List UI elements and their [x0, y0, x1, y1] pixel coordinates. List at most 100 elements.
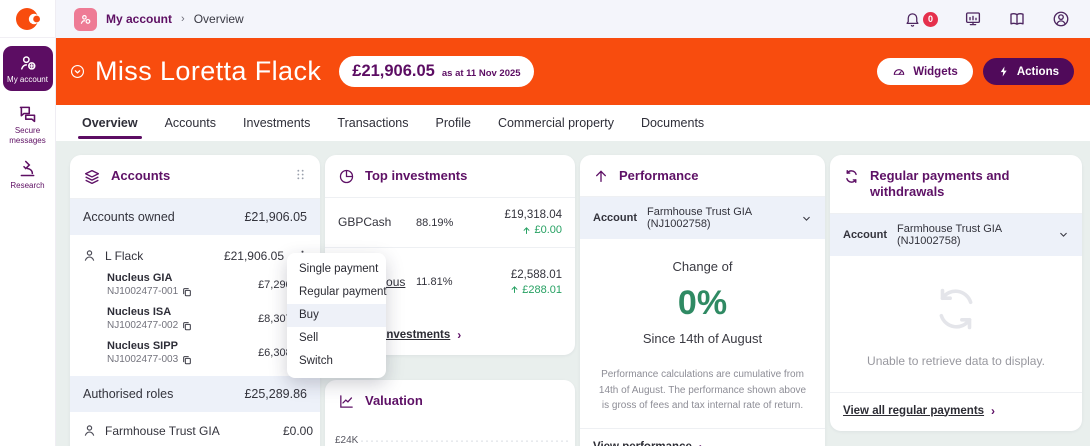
sidebar-item-secure-messages[interactable]: Secure messages — [3, 103, 53, 146]
sidebar-item-my-account[interactable]: My account — [3, 46, 53, 91]
product-name[interactable]: Nucleus SIPP — [107, 340, 258, 352]
my-account-app-icon[interactable] — [74, 8, 97, 31]
book-icon[interactable] — [1008, 10, 1026, 28]
sidebar: My account Secure messages Research — [0, 0, 56, 446]
actions-button[interactable]: Actions — [983, 58, 1074, 85]
product-name[interactable]: Nucleus GIA — [107, 272, 258, 284]
role-owner-value: £0.00 — [283, 424, 313, 438]
chevron-right-icon[interactable]: › — [991, 404, 995, 418]
tab-commercial-property[interactable]: Commercial property — [498, 105, 614, 141]
regular-payments-account-selector[interactable]: Account Farmhouse Trust GIA (NJ1002758) — [830, 214, 1082, 256]
chevron-right-icon[interactable]: › — [699, 440, 703, 446]
widgets-button[interactable]: Widgets — [877, 58, 973, 85]
performance-title: Performance — [619, 168, 698, 184]
role-owner-row: Farmhouse Trust GIA £0.00 — [70, 412, 320, 441]
header-actions: Widgets Actions — [877, 58, 1074, 85]
authorised-roles-row: Authorised roles £25,289.86 — [70, 376, 320, 412]
account-label: Account — [593, 212, 637, 224]
product-number: NJ1002477-001 — [107, 286, 178, 297]
drag-handle-icon[interactable] — [294, 168, 307, 181]
arrow-up-icon — [522, 226, 531, 235]
view-all-regular-payments-link: View all regular payments › — [830, 392, 1082, 431]
topbar: My account › Overview 0 — [56, 0, 1090, 38]
section-tabs: Overview Accounts Investments Transactio… — [56, 105, 1090, 141]
tab-overview[interactable]: Overview — [82, 105, 138, 141]
account-value: Farmhouse Trust GIA (NJ1002758) — [897, 223, 1046, 247]
cycle-icon — [843, 168, 860, 185]
accounts-owned-label: Accounts owned — [83, 210, 175, 224]
collapse-chevron-circle-icon[interactable] — [70, 64, 85, 79]
accounts-owned-value: £21,906.05 — [244, 210, 307, 224]
tab-documents[interactable]: Documents — [641, 105, 704, 141]
profile-icon[interactable] — [1052, 10, 1070, 28]
nucleus-logo[interactable] — [0, 0, 55, 38]
accounts-card-title: Accounts — [111, 168, 170, 184]
account-label: Account — [843, 229, 887, 241]
sidebar-item-label: Research — [10, 181, 44, 190]
research-icon — [17, 158, 38, 179]
sidebar-item-label: Secure messages — [9, 126, 45, 145]
investment-change: £0.00 — [534, 224, 562, 236]
valuation-date: as at 11 Nov 2025 — [442, 68, 521, 79]
performance-disclaimer: Performance calculations are cumulative … — [580, 352, 825, 428]
product-number: NJ1002477-003 — [107, 354, 178, 365]
breadcrumb: My account › Overview — [74, 8, 244, 31]
owner-value: £21,906.05 — [224, 249, 284, 263]
owner-row: L Flack £21,906.05 — [70, 235, 320, 268]
performance-change-value: 0% — [590, 284, 815, 323]
sidebar-item-label: My account — [7, 75, 48, 84]
regular-payments-card: Regular payments and withdrawals Account… — [830, 155, 1082, 431]
nucleus-logo-icon — [14, 5, 42, 33]
change-of-label: Change of — [590, 259, 815, 274]
product-row: Nucleus SIPP NJ1002477-003 £6,308.76 — [70, 336, 320, 376]
gauge-icon — [892, 65, 906, 79]
tab-accounts[interactable]: Accounts — [165, 105, 216, 141]
valuation-card: Valuation £24K£21K£18K — [325, 380, 575, 446]
lightning-icon — [998, 65, 1010, 78]
chevron-down-icon — [801, 213, 812, 224]
menu-item-single-payment[interactable]: Single payment — [287, 258, 386, 281]
menu-item-buy[interactable]: Buy — [287, 304, 386, 327]
investment-change: £288.01 — [522, 284, 562, 296]
breadcrumb-page: Overview — [194, 12, 244, 26]
menu-item-regular-payment[interactable]: Regular payment — [287, 281, 386, 304]
breadcrumb-section[interactable]: My account — [106, 12, 172, 26]
menu-item-switch[interactable]: Switch — [287, 350, 386, 373]
top-investments-title: Top investments — [365, 168, 467, 184]
investment-name: GBPCash — [338, 215, 410, 231]
dashboard: Accounts Accounts owned £21,906.05 — [56, 141, 1090, 446]
topbar-icons: 0 — [904, 10, 1070, 28]
product-name[interactable]: Nucleus ISA — [107, 306, 258, 318]
menu-item-sell[interactable]: Sell — [287, 327, 386, 350]
copy-icon[interactable] — [182, 321, 192, 331]
tab-profile[interactable]: Profile — [436, 105, 471, 141]
secure-messages-icon — [17, 103, 38, 124]
person-icon — [82, 423, 97, 438]
bell-icon — [904, 11, 921, 28]
valuation-title: Valuation — [365, 393, 423, 409]
owner-name[interactable]: L Flack — [105, 249, 216, 263]
tab-transactions[interactable]: Transactions — [337, 105, 408, 141]
performance-since: Since 14th of August — [590, 331, 815, 346]
tab-investments[interactable]: Investments — [243, 105, 310, 141]
investment-value: £2,588.01 — [488, 269, 562, 281]
role-owner-name[interactable]: Farmhouse Trust GIA — [105, 424, 275, 438]
valuation-chart: £24K£21K£18K — [325, 426, 575, 446]
product-row: Nucleus GIA NJ1002477-001 £7,290.00 — [70, 268, 320, 302]
chevron-right-icon[interactable]: › — [457, 328, 461, 342]
regular-payments-title: Regular payments and withdrawals — [870, 168, 1060, 201]
notifications-button[interactable]: 0 — [904, 11, 938, 28]
total-value: £21,906.05 — [352, 62, 435, 81]
monitor-chart-icon[interactable] — [964, 10, 982, 28]
product-row: Nucleus GIA NJ1002758-001 £0.00 — [70, 441, 320, 446]
copy-icon[interactable] — [182, 355, 192, 365]
actions-button-label: Actions — [1017, 66, 1059, 78]
my-account-icon — [18, 53, 38, 73]
notification-count-badge: 0 — [923, 12, 938, 27]
sidebar-item-research[interactable]: Research — [3, 158, 53, 191]
copy-icon[interactable] — [182, 287, 192, 297]
product-number: NJ1002477-002 — [107, 320, 178, 331]
performance-account-selector[interactable]: Account Farmhouse Trust GIA (NJ1002758) — [580, 197, 825, 239]
authorised-roles-value: £25,289.86 — [244, 387, 307, 401]
performance-body: Change of 0% Since 14th of August — [580, 239, 825, 352]
